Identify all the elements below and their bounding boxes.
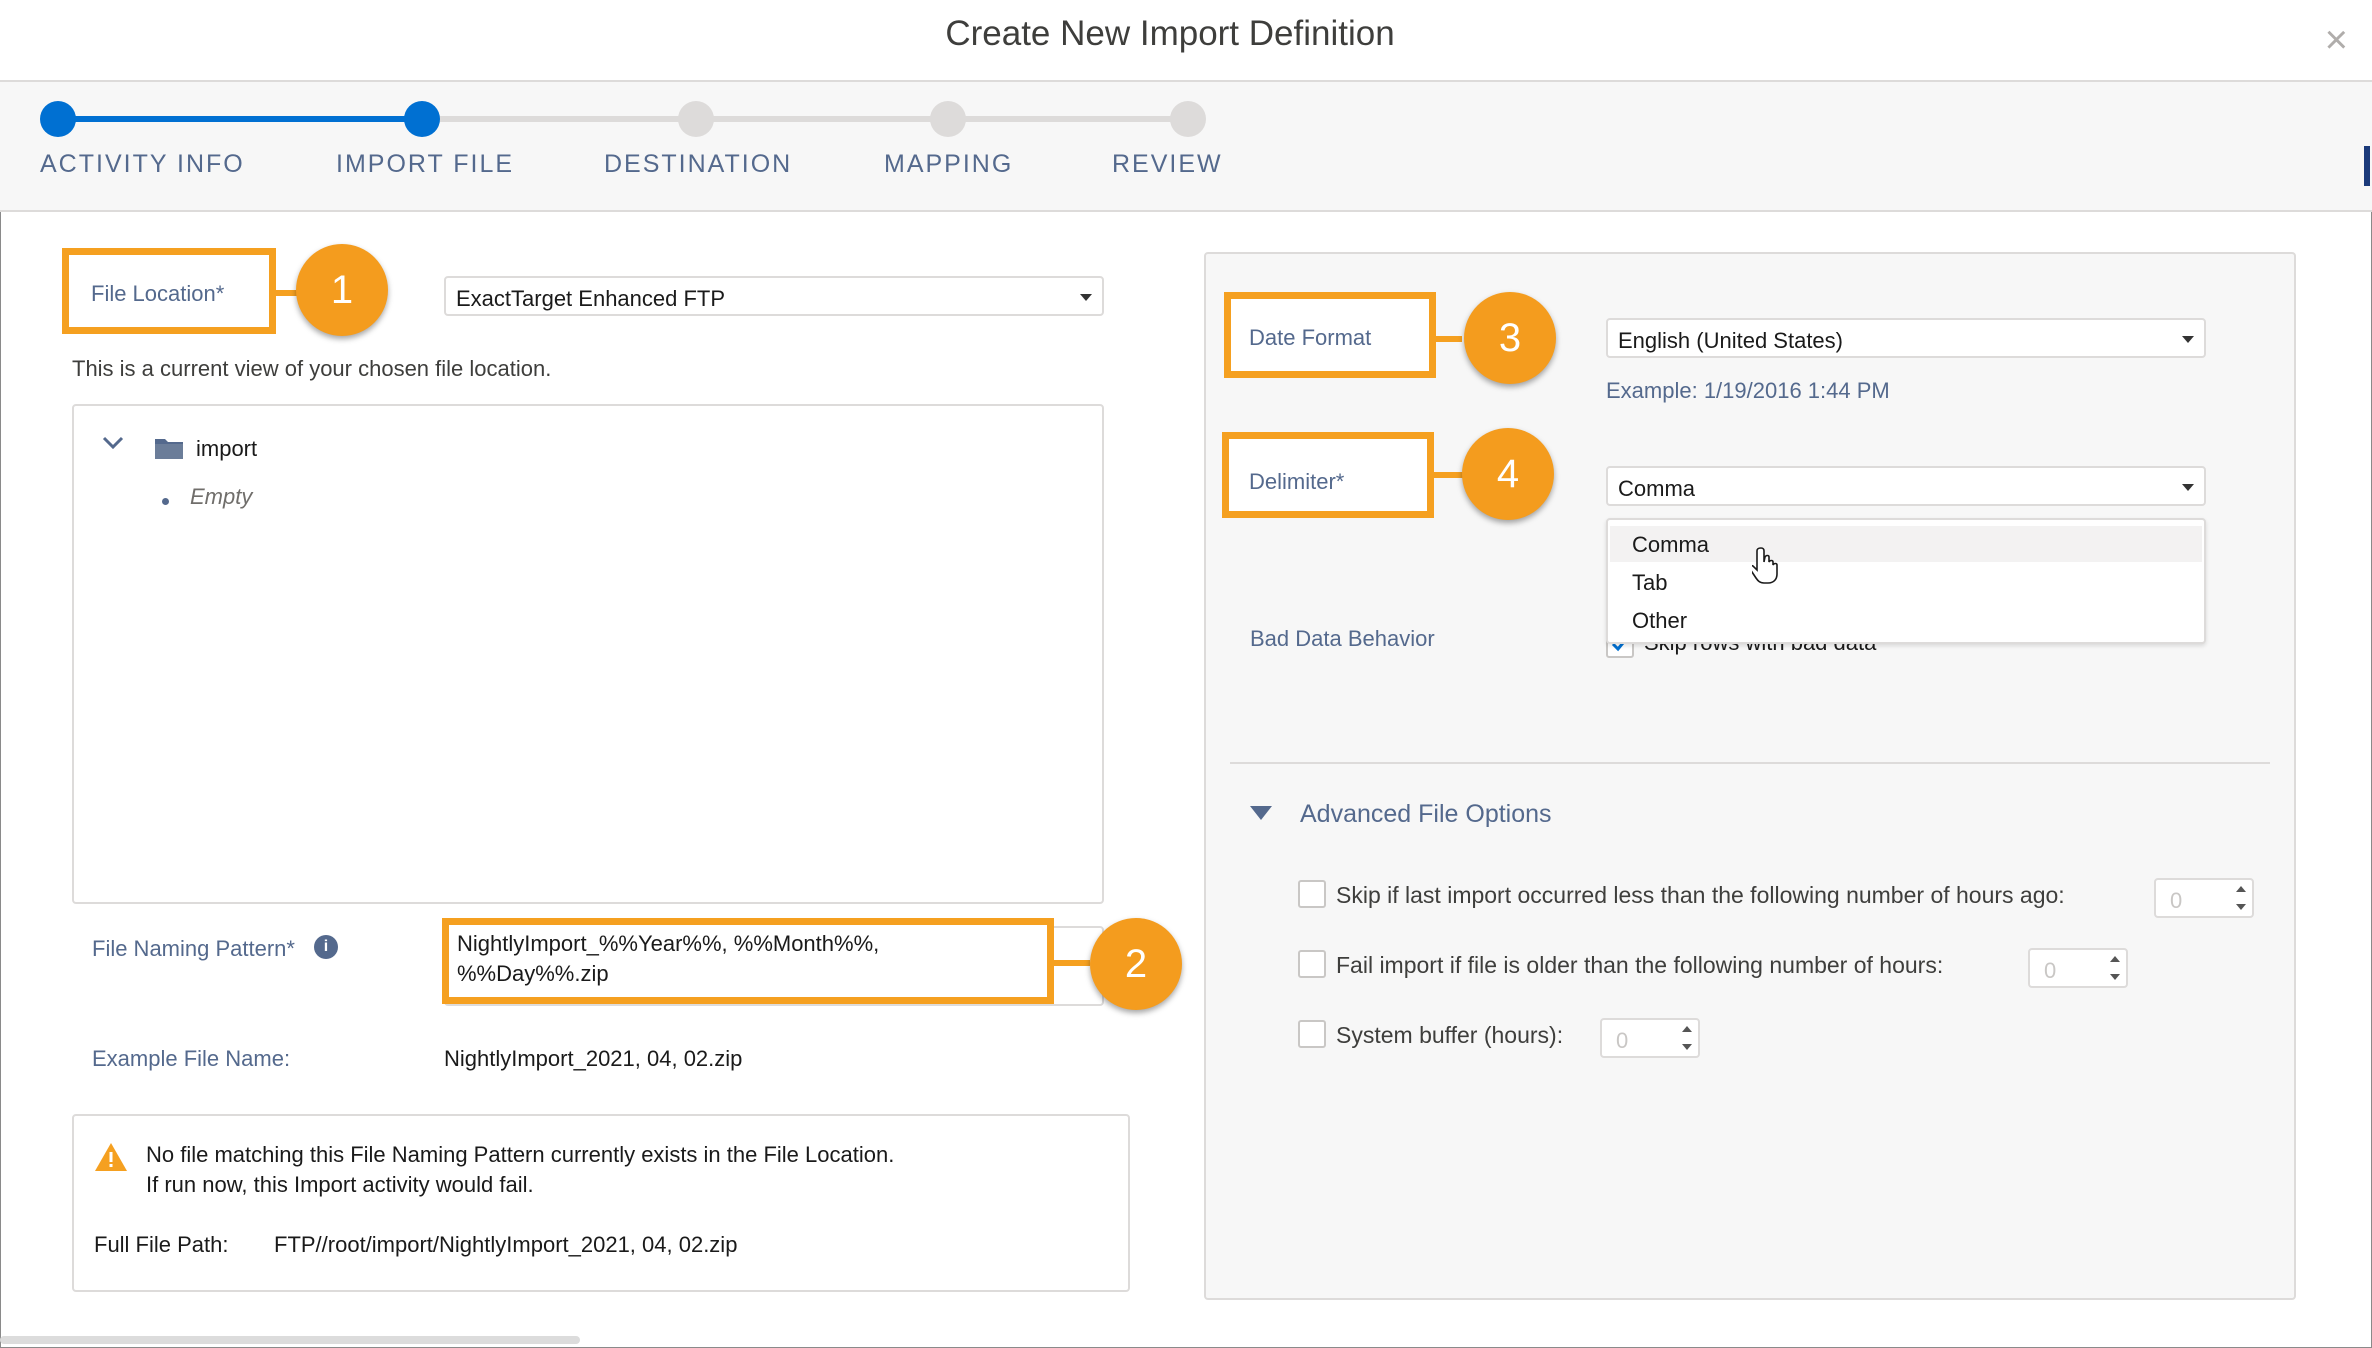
hand-cursor-icon [1748,546,1782,589]
chevron-down-icon [1080,294,1092,301]
step-dot-review[interactable] [1170,101,1206,137]
dropdown-option-comma[interactable]: Comma [1610,526,2202,562]
fail-import-label: Fail import if file is older than the fo… [1336,952,1944,978]
dropdown-option-other[interactable]: Other [1610,602,2202,638]
progress-track-remaining [422,116,1188,122]
date-format-select[interactable]: English (United States) [1606,318,2206,358]
horizontal-scrollbar[interactable] [0,1336,580,1344]
system-buffer-value: 0 [1616,1028,1629,1053]
system-buffer-checkbox[interactable] [1298,1020,1326,1048]
triangle-down-icon[interactable] [1250,806,1272,820]
file-location-value: ExactTarget Enhanced FTP [456,286,726,311]
bad-data-behavior-label: Bad Data Behavior [1250,626,1435,651]
progress-track-complete [58,116,422,122]
file-location-highlight: File Location* [62,248,276,334]
file-naming-pattern-label: File Naming Pattern* [92,936,295,961]
file-naming-pattern-value: NightlyImport_%%Year%%, %%Month%%, %%Day… [457,931,880,986]
bullet [162,498,169,505]
fail-import-checkbox[interactable] [1298,950,1326,978]
file-location-label: File Location* [91,281,225,306]
date-format-label: Date Format [1249,325,1372,350]
tree-folder-import[interactable]: import [196,436,257,462]
stepper-down-icon[interactable] [1682,1044,1692,1050]
stepper-down-icon[interactable] [2110,974,2120,980]
fail-hours-input[interactable]: 0 [2028,948,2128,988]
callout-connector-2 [1050,960,1090,966]
warning-icon [94,1142,128,1177]
stepper-down-icon[interactable] [2236,904,2246,910]
callout-connector-4 [1430,472,1464,478]
warning-line-2: If run now, this Import activity would f… [146,1172,534,1197]
file-settings-panel [1204,252,2296,1300]
system-buffer-input[interactable]: 0 [1600,1018,1700,1058]
file-location-select[interactable]: ExactTarget Enhanced FTP [444,276,1104,316]
step-dot-destination[interactable] [678,101,714,137]
step-dot-import-file[interactable] [404,101,440,137]
advanced-file-options-title[interactable]: Advanced File Options [1300,800,1552,829]
folder-icon [154,436,184,465]
example-file-name-value: NightlyImport_2021, 04, 02.zip [444,1046,743,1071]
callout-badge-1: 1 [296,244,388,336]
callout-badge-4: 4 [1462,428,1554,520]
date-format-highlight: Date Format [1224,292,1436,378]
step-label-mapping: MAPPING [884,150,1014,178]
fail-hours-value: 0 [2044,958,2057,983]
delimiter-label: Delimiter* [1249,469,1345,494]
full-file-path-label: Full File Path: [94,1232,229,1257]
info-icon[interactable]: i [314,935,338,959]
current-view-text: This is a current view of your chosen fi… [72,356,552,381]
system-buffer-label: System buffer (hours): [1336,1022,1564,1048]
date-format-value: English (United States) [1618,328,1843,353]
step-dot-activity-info[interactable] [40,101,76,137]
dropdown-option-tab[interactable]: Tab [1610,564,2202,600]
skip-hours-input[interactable]: 0 [2154,878,2254,918]
step-label-activity-info: ACTIVITY INFO [40,150,245,178]
callout-connector-3 [1432,336,1462,342]
skip-hours-value: 0 [2170,888,2183,913]
step-label-review: REVIEW [1112,150,1223,178]
edge-marker [2364,146,2370,186]
file-browser-panel: import Empty [72,404,1104,904]
chevron-down-icon [2182,336,2194,343]
date-format-example: Example: 1/19/2016 1:44 PM [1606,378,1890,403]
delimiter-highlight: Delimiter* [1222,432,1434,518]
example-file-name-label: Example File Name: [92,1046,291,1071]
tree-empty-label: Empty [190,484,253,509]
skip-if-last-import-checkbox[interactable] [1298,880,1326,908]
delimiter-select[interactable]: Comma [1606,466,2206,506]
stepper-up-icon[interactable] [2110,956,2120,962]
file-naming-pattern-input[interactable]: NightlyImport_%%Year%%, %%Month%%, %%Day… [442,918,1054,1004]
callout-badge-3: 3 [1464,292,1556,384]
step-label-import-file: IMPORT FILE [336,150,515,178]
skip-if-last-import-label: Skip if last import occurred less than t… [1336,882,2065,908]
stepper-up-icon[interactable] [1682,1026,1692,1032]
delimiter-dropdown-list: Comma Tab Other [1606,518,2206,644]
delimiter-value: Comma [1618,476,1696,501]
progress-indicator: ACTIVITY INFO IMPORT FILE DESTINATION MA… [0,82,2372,212]
callout-badge-2: 2 [1090,918,1182,1010]
section-divider [1230,762,2270,764]
modal-header: Create New Import Definition × [0,0,2372,82]
modal-title: Create New Import Definition [945,14,1395,53]
stepper-up-icon[interactable] [2236,886,2246,892]
full-file-path-value: FTP//root/import/NightlyImport_2021, 04,… [274,1232,738,1257]
close-icon[interactable]: × [2325,20,2348,60]
chevron-down-icon [2182,484,2194,491]
warning-line-1: No file matching this File Naming Patter… [146,1142,895,1167]
chevron-down-icon[interactable] [102,436,124,455]
step-dot-mapping[interactable] [930,101,966,137]
step-label-destination: DESTINATION [604,150,793,178]
warning-box: No file matching this File Naming Patter… [72,1114,1130,1292]
